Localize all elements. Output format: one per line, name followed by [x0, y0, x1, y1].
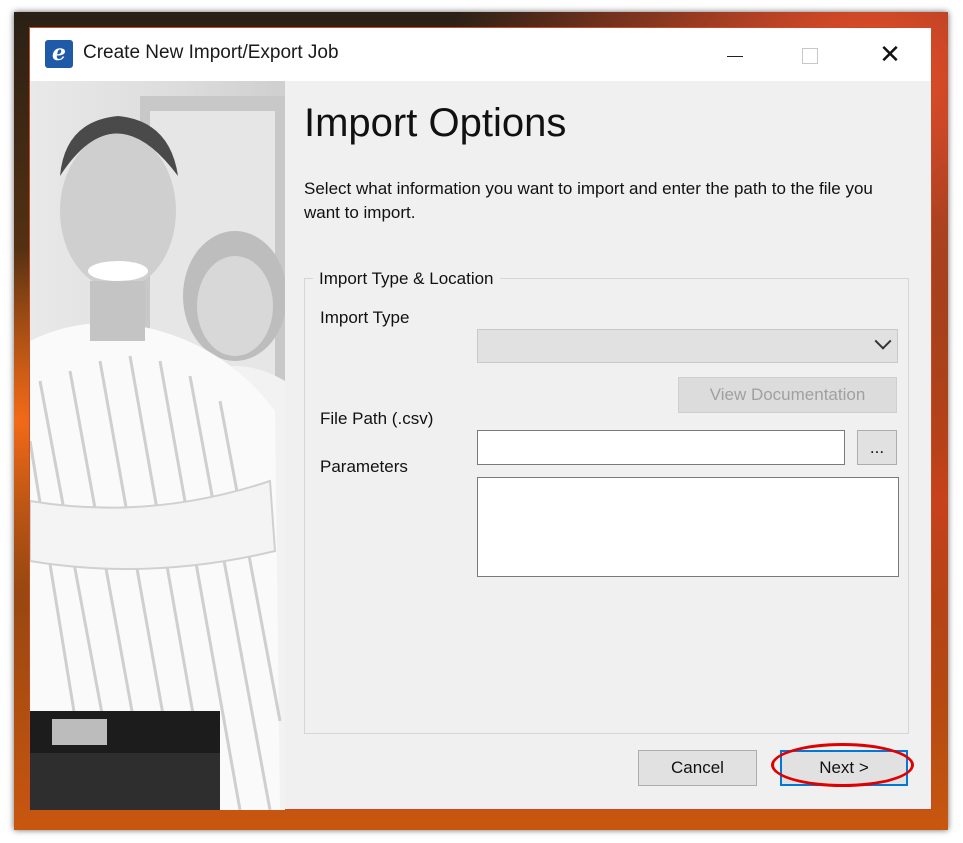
import-type-label: Import Type — [320, 308, 410, 327]
file-path-label: File Path (.csv) — [320, 409, 434, 428]
minimize-button[interactable] — [700, 28, 770, 81]
close-icon: ✕ — [879, 39, 901, 69]
maximize-button[interactable] — [775, 28, 845, 81]
maximize-icon — [802, 48, 818, 65]
browse-button[interactable]: ... — [857, 430, 897, 465]
window-title: Create New Import/Export Job — [83, 42, 339, 63]
chevron-down-icon — [874, 332, 892, 350]
people-photo — [30, 81, 285, 810]
parameters-label: Parameters — [320, 457, 408, 476]
view-documentation-button[interactable]: View Documentation — [678, 377, 897, 413]
file-path-input[interactable] — [477, 430, 845, 465]
page-description: Select what information you want to impo… — [304, 179, 873, 222]
cancel-button[interactable]: Cancel — [638, 750, 757, 786]
next-button-highlight — [771, 743, 914, 787]
content-area: Import Options Select what information y… — [285, 81, 931, 809]
page-title: Import Options — [304, 101, 567, 145]
parameters-textarea[interactable] — [477, 477, 899, 577]
app-logo-icon: e — [45, 40, 73, 68]
minimize-icon — [727, 55, 743, 57]
title-bar: e Create New Import/Export Job ✕ — [30, 28, 931, 81]
group-legend: Import Type & Location — [313, 269, 500, 289]
import-export-dialog: e Create New Import/Export Job ✕ Import … — [29, 27, 932, 810]
close-button[interactable]: ✕ — [855, 28, 925, 81]
import-type-dropdown[interactable] — [477, 329, 898, 363]
